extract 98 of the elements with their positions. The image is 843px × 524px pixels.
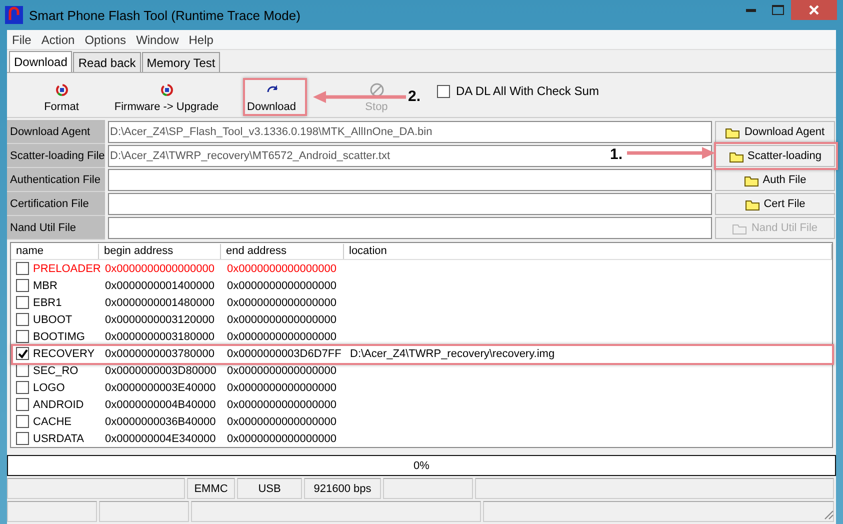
browse-button[interactable]: Auth File bbox=[715, 169, 835, 191]
table-cell: MBR bbox=[33, 280, 58, 292]
menu-item[interactable]: Help bbox=[184, 32, 218, 46]
field-label: Nand Util File bbox=[7, 216, 105, 240]
table-cell: LOGO bbox=[33, 382, 65, 394]
table-cell: PRELOADER bbox=[33, 262, 101, 274]
close-button[interactable] bbox=[791, 0, 837, 20]
check-icon bbox=[18, 348, 28, 358]
browse-button[interactable]: Download Agent bbox=[715, 121, 835, 143]
field-label: Scatter-loading File bbox=[7, 144, 105, 168]
table-cell: UBOOT bbox=[33, 314, 72, 326]
table-cell-text: D:\Acer_Z4\TWRP_recovery\recovery.img bbox=[349, 348, 556, 360]
checkbox[interactable] bbox=[16, 415, 29, 428]
column-header[interactable]: name bbox=[11, 244, 99, 258]
tab[interactable]: Memory Test bbox=[142, 52, 220, 72]
checkbox[interactable] bbox=[16, 313, 29, 326]
step-number: 2. bbox=[408, 88, 421, 105]
path-field[interactable] bbox=[108, 217, 712, 239]
checkbox[interactable] bbox=[16, 381, 29, 394]
menu-item[interactable]: File bbox=[7, 32, 36, 46]
table-cell-text: 0x0000000000000000 bbox=[226, 432, 338, 444]
table-cell-text: 0x0000000003D6D7FF bbox=[226, 348, 342, 360]
folder-icon bbox=[728, 150, 744, 162]
minimize-icon bbox=[746, 8, 756, 12]
table-cell: EBR1 bbox=[33, 296, 62, 308]
checkbox[interactable] bbox=[16, 296, 29, 309]
status-cell: USB bbox=[237, 478, 302, 499]
folder-icon bbox=[732, 222, 748, 234]
table-cell-text: 0x0000000000000000 bbox=[226, 314, 338, 326]
arrows-cycle-icon bbox=[160, 83, 174, 97]
table-cell-text: 0x0000000003E40000 bbox=[104, 382, 217, 394]
close-icon bbox=[809, 5, 819, 15]
resize-grip-icon bbox=[824, 510, 834, 520]
folder-icon bbox=[744, 198, 760, 210]
toolbar-button[interactable]: Format bbox=[9, 83, 114, 117]
highlight-frame bbox=[243, 78, 307, 116]
table-cell-text: 0x0000000003D80000 bbox=[104, 364, 218, 376]
table-cell-text: 0x0000000000000000 bbox=[226, 280, 338, 292]
folder-icon bbox=[725, 126, 740, 138]
table-cell-text: 0x0000000000000000 bbox=[226, 382, 338, 394]
column-header[interactable]: end address bbox=[221, 244, 344, 258]
table-cell-text: 0x0000000000000000 bbox=[104, 262, 216, 274]
toolbar-button[interactable]: Download bbox=[219, 83, 324, 117]
table-cell-text: 0x000000004E340000 bbox=[104, 432, 217, 444]
table-cell-text: 0x0000000000000000 bbox=[226, 416, 338, 428]
column-header[interactable]: location bbox=[344, 244, 832, 258]
table-cell: BOOTIMG bbox=[33, 330, 85, 342]
app-icon bbox=[5, 6, 23, 24]
checkbox[interactable] bbox=[16, 364, 29, 377]
table-cell-text: 0x0000000003180000 bbox=[104, 330, 216, 342]
window-title: Smart Phone Flash Tool (Runtime Trace Mode) bbox=[29, 8, 302, 22]
browse-button[interactable]: Scatter-loading bbox=[715, 145, 835, 167]
status-cell: 921600 bps bbox=[304, 478, 381, 499]
table-cell-text: 0x0000000000000000 bbox=[226, 296, 338, 308]
table-cell-text: 0x0000000003780000 bbox=[104, 348, 216, 360]
checkbox[interactable] bbox=[16, 432, 29, 445]
maximize-icon bbox=[772, 5, 784, 15]
status-cell: EMMC bbox=[187, 478, 235, 499]
field-label: Certification File bbox=[7, 192, 105, 216]
menu-item[interactable]: Options bbox=[80, 32, 132, 46]
toolbar-button[interactable]: Firmware -> Upgrade bbox=[114, 83, 219, 117]
checkbox[interactable] bbox=[16, 398, 29, 411]
table-cell-text: 0x0000000003120000 bbox=[104, 314, 216, 326]
checkbox[interactable] bbox=[16, 262, 29, 275]
table-cell-text: 0x0000000001400000 bbox=[104, 280, 216, 292]
table-cell-text: 0x0000000000000000 bbox=[226, 398, 338, 410]
path-field[interactable] bbox=[108, 169, 712, 191]
table-cell: USRDATA bbox=[33, 432, 84, 444]
tab[interactable]: Read back bbox=[73, 52, 141, 72]
table-cell: CACHE bbox=[33, 416, 72, 428]
table-cell-text: 0x0000000000000000 bbox=[226, 364, 338, 376]
table-cell-text: 0x0000000036B40000 bbox=[104, 416, 217, 428]
arrows-cycle-icon bbox=[54, 83, 68, 97]
menu-item[interactable]: Window bbox=[131, 32, 184, 46]
progress-text: 0% bbox=[414, 460, 430, 472]
tab[interactable]: Download bbox=[9, 51, 72, 72]
table-cell: SEC_RO bbox=[33, 364, 78, 376]
checkbox-label: DA DL All With Check Sum bbox=[456, 84, 599, 98]
menu-item[interactable]: Action bbox=[36, 32, 80, 46]
checkbox[interactable] bbox=[437, 84, 450, 98]
table-cell-text: 0x0000000000000000 bbox=[226, 330, 338, 342]
path-field[interactable] bbox=[108, 193, 712, 215]
browse-button[interactable]: Cert File bbox=[715, 193, 835, 215]
column-header[interactable]: begin address bbox=[99, 244, 221, 258]
table-cell: ANDROID bbox=[33, 398, 84, 410]
table-cell-text: 0x0000000001480000 bbox=[104, 296, 216, 308]
step-number: 1. bbox=[610, 146, 623, 163]
table-cell-text: 0x0000000004B40000 bbox=[104, 398, 217, 410]
field-label: Download Agent bbox=[7, 120, 105, 144]
field-label: Authentication File bbox=[7, 168, 105, 192]
table-cell-text: 0x0000000000000000 bbox=[226, 262, 338, 274]
checkbox[interactable] bbox=[16, 330, 29, 343]
folder-icon bbox=[744, 174, 759, 186]
checkbox[interactable] bbox=[16, 347, 29, 360]
path-field[interactable]: D:\Acer_Z4\SP_Flash_Tool_v3.1336.0.198\MTK_AllInOne_DA.bin bbox=[108, 121, 712, 143]
checkbox[interactable] bbox=[16, 279, 29, 292]
table-cell: RECOVERY bbox=[33, 348, 95, 360]
no-entry-icon bbox=[370, 83, 384, 97]
